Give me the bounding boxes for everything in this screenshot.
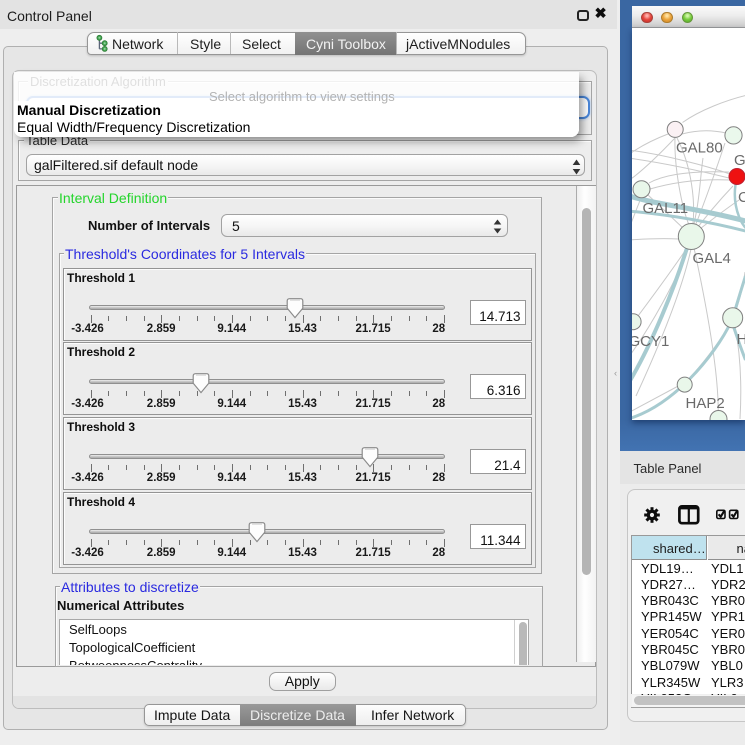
svg-text:GAL11: GAL11 [642,200,688,217]
svg-text:C: C [738,189,745,206]
svg-text:GCY1: GCY1 [632,333,669,350]
svg-text:H: H [736,331,745,348]
svg-text:GA: GA [734,152,745,169]
svg-text:GAL4: GAL4 [692,250,730,267]
svg-text:HAP2: HAP2 [685,395,724,412]
svg-text:GAL80: GAL80 [676,140,723,157]
